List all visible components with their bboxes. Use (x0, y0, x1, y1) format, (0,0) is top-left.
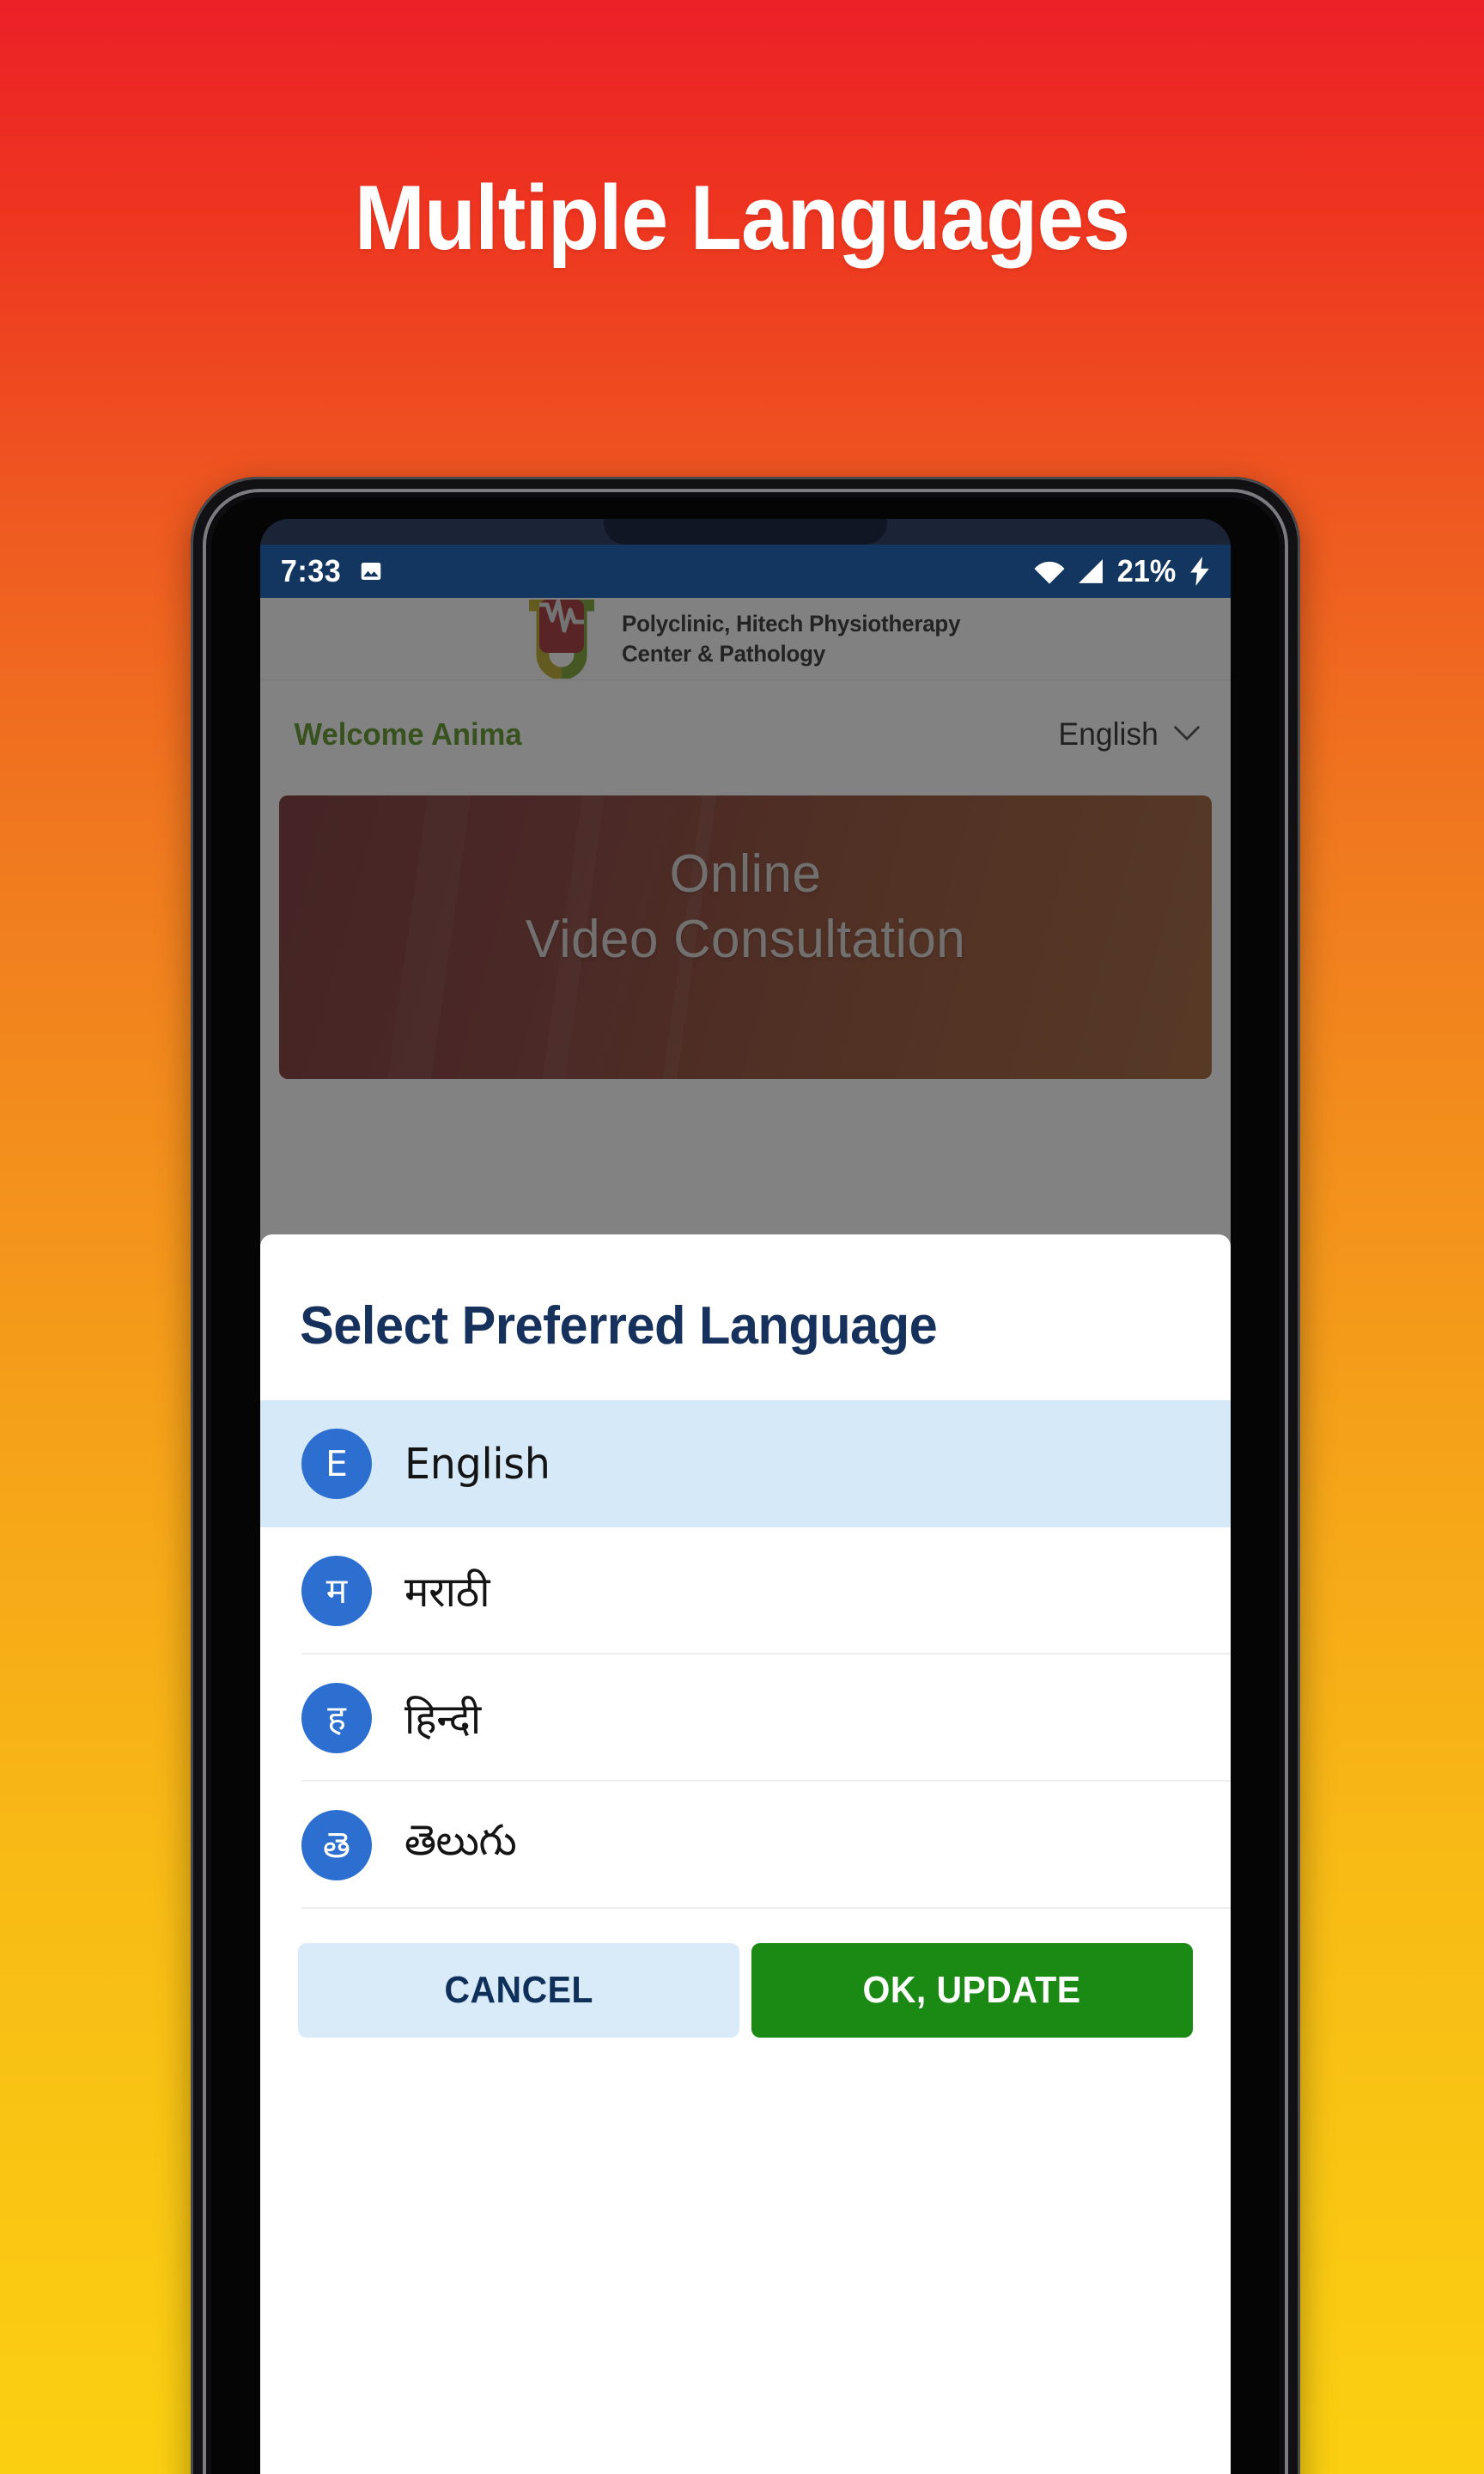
camera-notch (604, 519, 887, 545)
language-dialog: Select Preferred Language E English म मर… (260, 1234, 1231, 2474)
status-bar: 7:33 21% (260, 545, 1231, 598)
language-option-english[interactable]: E English (260, 1400, 1231, 1528)
promo-headline: Multiple Languages (354, 166, 1130, 269)
image-icon (358, 558, 384, 584)
signal-icon (1076, 558, 1105, 585)
wifi-icon (1032, 558, 1066, 585)
language-label: हिन्दी (404, 1695, 481, 1745)
row-divider (301, 1907, 1231, 1910)
dialog-title: Select Preferred Language (300, 1296, 938, 1356)
ok-update-button[interactable]: OK, UPDATE (751, 1943, 1193, 2038)
cancel-button-label: CANCEL (444, 1969, 593, 2012)
language-label: मराठी (404, 1568, 490, 1618)
language-option-hindi[interactable]: ह हिन्दी (260, 1654, 1231, 1782)
status-time: 7:33 (280, 553, 342, 588)
avatar: తె (301, 1810, 372, 1881)
promo-screenshot: Multiple Languages 7:33 21% Select Prefe… (0, 0, 1484, 2474)
dialog-actions: CANCEL OK, UPDATE (260, 1909, 1231, 2038)
language-label: తెలుగు (404, 1815, 517, 1865)
language-label: English (404, 1439, 550, 1489)
avatar: E (301, 1429, 372, 1500)
ok-update-button-label: OK, UPDATE (863, 1969, 1081, 2012)
phone-device-frame: 7:33 21% Select Preferred Language E Eng… (191, 477, 1300, 2474)
cancel-button[interactable]: CANCEL (298, 1943, 739, 2038)
language-option-telugu[interactable]: తె తెలుగు (260, 1782, 1231, 1910)
status-bar-right: 21% (1032, 553, 1212, 589)
language-option-marathi[interactable]: म मराठी (260, 1527, 1231, 1655)
avatar: म (301, 1556, 372, 1627)
charging-bolt-icon (1188, 557, 1212, 586)
avatar: ह (301, 1683, 372, 1754)
phone-screen: 7:33 21% Select Preferred Language E Eng… (260, 519, 1231, 2474)
battery-percent: 21% (1116, 553, 1177, 588)
language-list: E English म मराठी ह हिन्दी తె తెలుగు (260, 1400, 1231, 1910)
notch-strip (260, 519, 1231, 545)
status-bar-left: 7:33 (279, 553, 384, 589)
